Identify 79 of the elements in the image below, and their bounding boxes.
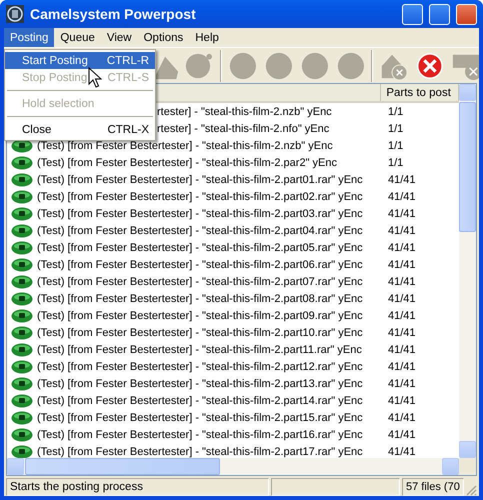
parts-count: 1/1 xyxy=(387,106,404,118)
parts-count: 41/41 xyxy=(387,360,416,372)
close-button[interactable] xyxy=(456,4,477,24)
parts-count: 41/41 xyxy=(387,412,416,424)
status-message: Starts the posting process xyxy=(6,478,269,496)
file-name: (Test) [from Fester Bestertester] - "steal-this-film-2.par2" yEnc xyxy=(37,156,337,168)
queue-item-icon xyxy=(11,428,33,442)
queue-item-icon xyxy=(11,360,33,374)
parts-count: 1/1 xyxy=(387,156,404,168)
queue-item-icon xyxy=(11,394,33,408)
size-grip-icon xyxy=(466,485,477,496)
queue-item-icon xyxy=(11,258,33,272)
parts-count: 41/41 xyxy=(387,242,416,254)
queue-item-icon xyxy=(11,444,33,458)
file-name: (Test) [from Fester Bestertester] - "steal-this-film-2.part15.rar" yEnc xyxy=(37,412,363,424)
parts-count: 41/41 xyxy=(387,428,416,440)
parts-count: 41/41 xyxy=(387,326,416,338)
menu-item[interactable]: Start Posting CTRL-R xyxy=(5,52,155,69)
parts-count: 1/1 xyxy=(387,122,404,134)
file-count: 57 files (70 xyxy=(402,478,464,496)
queue-item-icon xyxy=(11,308,33,322)
queue-item-icon xyxy=(11,190,33,204)
queue-item-icon xyxy=(11,224,33,238)
vertical-scrollbar[interactable] xyxy=(459,84,476,458)
parts-count: 41/41 xyxy=(387,344,416,356)
maximize-button[interactable] xyxy=(429,4,450,24)
file-name: rtester] - "steal-this-film-2.nfo" yEnc xyxy=(157,122,330,134)
menu[interactable]: Queue xyxy=(54,28,101,47)
file-name: (Test) [from Fester Bestertester] - "steal-this-film-2.part07.rar" yEnc xyxy=(37,276,363,288)
queue-item-icon xyxy=(11,410,33,424)
parts-count: 41/41 xyxy=(387,174,416,186)
parts-count: 41/41 xyxy=(387,276,416,288)
file-name: (Test) [from Fester Bestertester] - "steal-this-film-2.part10.rar" yEnc xyxy=(37,326,363,338)
file-name: (Test) [from Fester Bestertester] - "steal-this-film-2.part02.rar" yEnc xyxy=(37,190,363,202)
queue-item-icon xyxy=(11,156,33,170)
queue-item-icon xyxy=(11,326,33,340)
parts-count: 41/41 xyxy=(387,292,416,304)
parts-count: 41/41 xyxy=(387,208,416,220)
queue-item-icon xyxy=(11,172,33,186)
parts-count: 41/41 xyxy=(387,378,416,390)
scrollbar-corner xyxy=(459,458,476,475)
cursor-icon xyxy=(88,67,102,89)
file-name: (Test) [from Fester Bestertester] - "steal-this-film-2.part12.rar" yEnc xyxy=(37,360,363,372)
queue-item-icon xyxy=(11,206,33,220)
file-name: (Test) [from Fester Bestertester] - "steal-this-film-2.part14.rar" yEnc xyxy=(37,394,363,406)
queue-item-icon xyxy=(11,240,33,254)
menu[interactable]: Posting xyxy=(4,28,54,47)
file-name: (Test) [from Fester Bestertester] - "steal-this-film-2.nzb" yEnc xyxy=(37,140,333,152)
file-name: (Test) [from Fester Bestertester] - "steal-this-film-2.part16.rar" yEnc xyxy=(37,428,363,440)
parts-count: 1/1 xyxy=(387,140,404,152)
parts-count: 41/41 xyxy=(387,224,416,236)
parts-count: 41/41 xyxy=(387,190,416,202)
parts-count: 41/41 xyxy=(387,446,416,458)
file-name: (Test) [from Fester Bestertester] - "steal-this-film-2.part11.rar" yEnc xyxy=(37,344,362,356)
app-logo-icon xyxy=(6,5,24,23)
queue-item-icon xyxy=(11,292,33,306)
parts-count: 41/41 xyxy=(387,394,416,406)
menu-item[interactable]: Close CTRL-X xyxy=(5,121,155,138)
minimize-button[interactable] xyxy=(402,4,423,24)
menu[interactable]: Options xyxy=(138,28,190,47)
file-name: (Test) [from Fester Bestertester] - "steal-this-film-2.part05.rar" yEnc xyxy=(37,242,363,254)
queue-item-icon xyxy=(11,342,33,356)
file-name: rtester] - "steal-this-film-2.nzb" yEnc xyxy=(157,106,332,118)
file-name: (Test) [from Fester Bestertester] - "steal-this-film-2.part13.rar" yEnc xyxy=(37,378,363,390)
file-name: (Test) [from Fester Bestertester] - "steal-this-film-2.part04.rar" yEnc xyxy=(37,224,363,236)
file-name: (Test) [from Fester Bestertester] - "steal-this-film-2.part08.rar" yEnc xyxy=(37,292,363,304)
file-name: (Test) [from Fester Bestertester] - "steal-this-film-2.part17.rar" yEnc xyxy=(37,446,363,458)
horizontal-scrollbar[interactable] xyxy=(7,458,459,475)
file-name: (Test) [from Fester Bestertester] - "steal-this-film-2.part01.rar" yEnc xyxy=(37,174,363,186)
file-name: (Test) [from Fester Bestertester] - "steal-this-film-2.part09.rar" yEnc xyxy=(37,310,363,322)
file-name: (Test) [from Fester Bestertester] - "steal-this-film-2.part03.rar" yEnc xyxy=(37,208,363,220)
menu[interactable]: Help xyxy=(189,28,225,47)
file-name: (Test) [from Fester Bestertester] - "steal-this-film-2.part06.rar" yEnc xyxy=(37,258,363,270)
parts-count: 41/41 xyxy=(387,310,416,322)
window-title: Camelsystem Powerpost xyxy=(30,6,197,22)
menu[interactable]: View xyxy=(100,28,138,47)
queue-item-icon xyxy=(11,274,33,288)
parts-count: 41/41 xyxy=(387,258,416,270)
queue-item-icon xyxy=(11,376,33,390)
